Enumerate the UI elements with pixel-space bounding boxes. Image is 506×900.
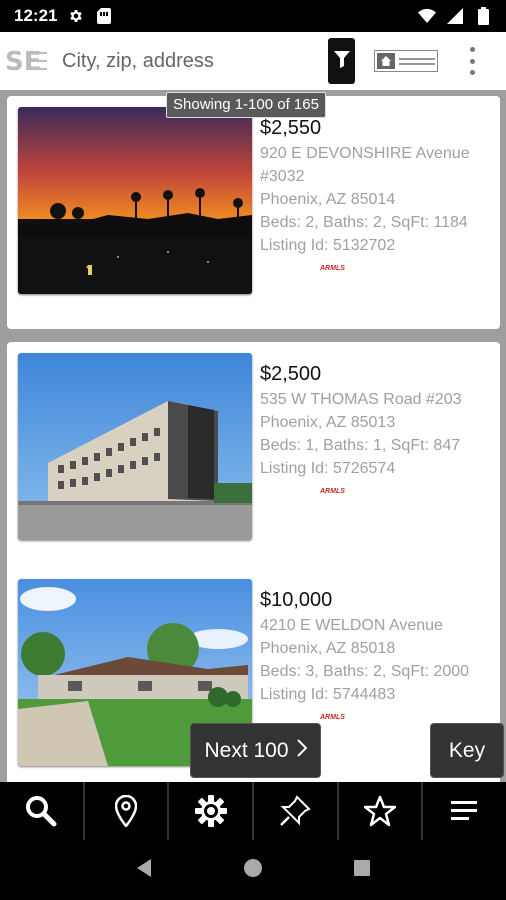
mls-badge: ARMLS	[320, 714, 345, 721]
listing-info: $2,550 920 E DEVONSHIRE Avenue #3032 Pho…	[260, 116, 496, 272]
listing-city: Phoenix, AZ 85013	[260, 414, 396, 431]
next-100-label: Next 100	[204, 738, 289, 762]
apartment-building-photo[interactable]	[18, 353, 252, 540]
signal-icon	[446, 7, 464, 25]
listing-id: Listing Id: 5132702	[260, 237, 396, 254]
chevron-right-icon	[296, 738, 307, 763]
status-time: 12:21	[14, 6, 58, 25]
gear-icon	[67, 7, 85, 25]
listing-details: Beds: 2, Baths: 2, SqFt: 1184	[260, 214, 468, 231]
listing-id: Listing Id: 5726574	[260, 460, 396, 477]
listing-address-unit: #3032	[260, 168, 305, 185]
listing-info: $10,000 4210 E WELDON Avenue Phoenix, AZ…	[260, 588, 496, 721]
more-vert-icon[interactable]	[462, 44, 482, 78]
home-icon[interactable]	[243, 858, 263, 883]
results-count-label: Showing 1-100 of 165	[166, 92, 326, 118]
listing-address: 4210 E WELDON Avenue	[260, 617, 443, 634]
brand-logo[interactable]	[374, 50, 438, 72]
menu-icon[interactable]	[423, 782, 506, 840]
house-icon	[377, 53, 395, 69]
bottom-nav	[0, 782, 506, 840]
status-bar: 12:21	[0, 0, 506, 32]
sunset-palms-photo[interactable]	[18, 107, 252, 294]
filter-icon	[333, 49, 350, 74]
search-input[interactable]	[52, 49, 307, 73]
listing-id: Listing Id: 5744483	[260, 686, 396, 703]
app-logo[interactable]: SE	[0, 32, 52, 90]
listing-details: Beds: 3, Baths: 2, SqFt: 2000	[260, 663, 470, 680]
listing-address: 535 W THOMAS Road #203	[260, 391, 462, 408]
star-icon[interactable]	[339, 782, 424, 840]
map-pin-icon[interactable]	[85, 782, 170, 840]
sim-card-icon	[95, 7, 113, 25]
top-bar: SE	[0, 32, 506, 90]
pin-icon[interactable]	[254, 782, 339, 840]
back-icon[interactable]	[135, 858, 153, 883]
listing-list[interactable]: $2,550 920 E DEVONSHIRE Avenue #3032 Pho…	[0, 90, 506, 782]
wifi-icon	[418, 7, 436, 25]
listing-card[interactable]: $2,500 535 W THOMAS Road #203 Phoenix, A…	[7, 342, 500, 575]
listing-city: Phoenix, AZ 85014	[260, 191, 396, 208]
recents-icon[interactable]	[353, 859, 371, 882]
listing-price: $10,000	[260, 589, 333, 611]
listing-price: $2,500	[260, 363, 322, 385]
mls-badge: ARMLS	[320, 488, 345, 495]
system-nav-bar	[0, 840, 506, 900]
filter-button[interactable]	[328, 38, 355, 84]
mls-badge: ARMLS	[320, 265, 345, 272]
listing-price: $2,550	[260, 117, 322, 139]
listing-details: Beds: 1, Baths: 1, SqFt: 847	[260, 437, 461, 454]
gear-icon[interactable]	[169, 782, 255, 840]
listing-address: 920 E DEVONSHIRE Avenue	[260, 145, 470, 162]
battery-icon	[474, 7, 492, 25]
next-100-button[interactable]: Next 100	[190, 723, 321, 778]
listing-city: Phoenix, AZ 85018	[260, 640, 396, 657]
listing-info: $2,500 535 W THOMAS Road #203 Phoenix, A…	[260, 362, 496, 495]
listing-card[interactable]: $2,550 920 E DEVONSHIRE Avenue #3032 Pho…	[7, 96, 500, 329]
key-button[interactable]: Key	[430, 723, 504, 778]
search-icon[interactable]	[0, 782, 85, 840]
